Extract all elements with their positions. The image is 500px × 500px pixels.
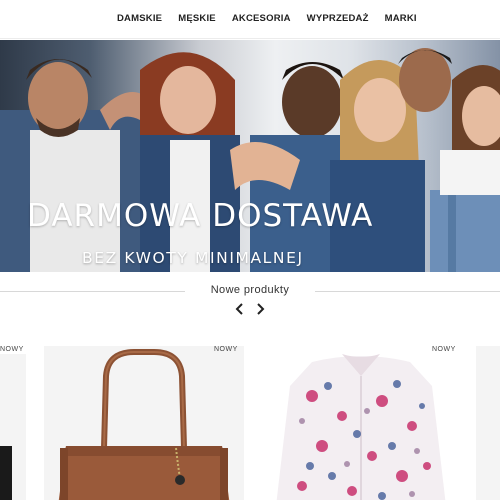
new-products-heading: Nowe produkty (0, 284, 500, 300)
chevron-left-icon[interactable] (234, 302, 246, 316)
new-products-title: Nowe produkty (210, 284, 290, 296)
hero-photo (0, 48, 500, 272)
nav-item-wyprzedaz[interactable]: WYPRZEDAŻ (307, 13, 369, 24)
product-image (44, 346, 244, 500)
product-image (0, 354, 26, 500)
page: DAMSKIE MĘSKIE AKCESORIA WYPRZEDAŻ MARKI (0, 0, 500, 500)
product-card[interactable] (476, 346, 500, 500)
product-card[interactable]: NOWY (44, 346, 244, 500)
divider-right (315, 291, 500, 292)
chevron-right-icon[interactable] (254, 302, 266, 316)
hero-title: DARMOWA DOSTAWA (27, 198, 374, 234)
nav-item-marki[interactable]: MARKI (385, 13, 417, 24)
new-badge: NOWY (214, 346, 238, 353)
nav-items: DAMSKIE MĘSKIE AKCESORIA WYPRZEDAŻ MARKI (117, 13, 433, 24)
new-badge: NOWY (432, 346, 456, 353)
product-image (262, 346, 460, 500)
hero-subtitle: BEZ KWOTY MINIMALNEJ (82, 249, 304, 267)
nav-item-meskie[interactable]: MĘSKIE (178, 13, 216, 24)
hero-banner[interactable]: DARMOWA DOSTAWA BEZ KWOTY MINIMALNEJ (0, 40, 500, 272)
nav-item-damskie[interactable]: DAMSKIE (117, 13, 162, 24)
main-navigation: DAMSKIE MĘSKIE AKCESORIA WYPRZEDAŻ MARKI (0, 0, 500, 39)
product-card[interactable]: NOWY (0, 346, 26, 500)
divider-left (0, 291, 185, 292)
carousel-controls (234, 302, 268, 318)
nav-item-akcesoria[interactable]: AKCESORIA (232, 13, 291, 24)
product-card[interactable]: NOWY (262, 346, 460, 500)
product-image (476, 346, 500, 500)
